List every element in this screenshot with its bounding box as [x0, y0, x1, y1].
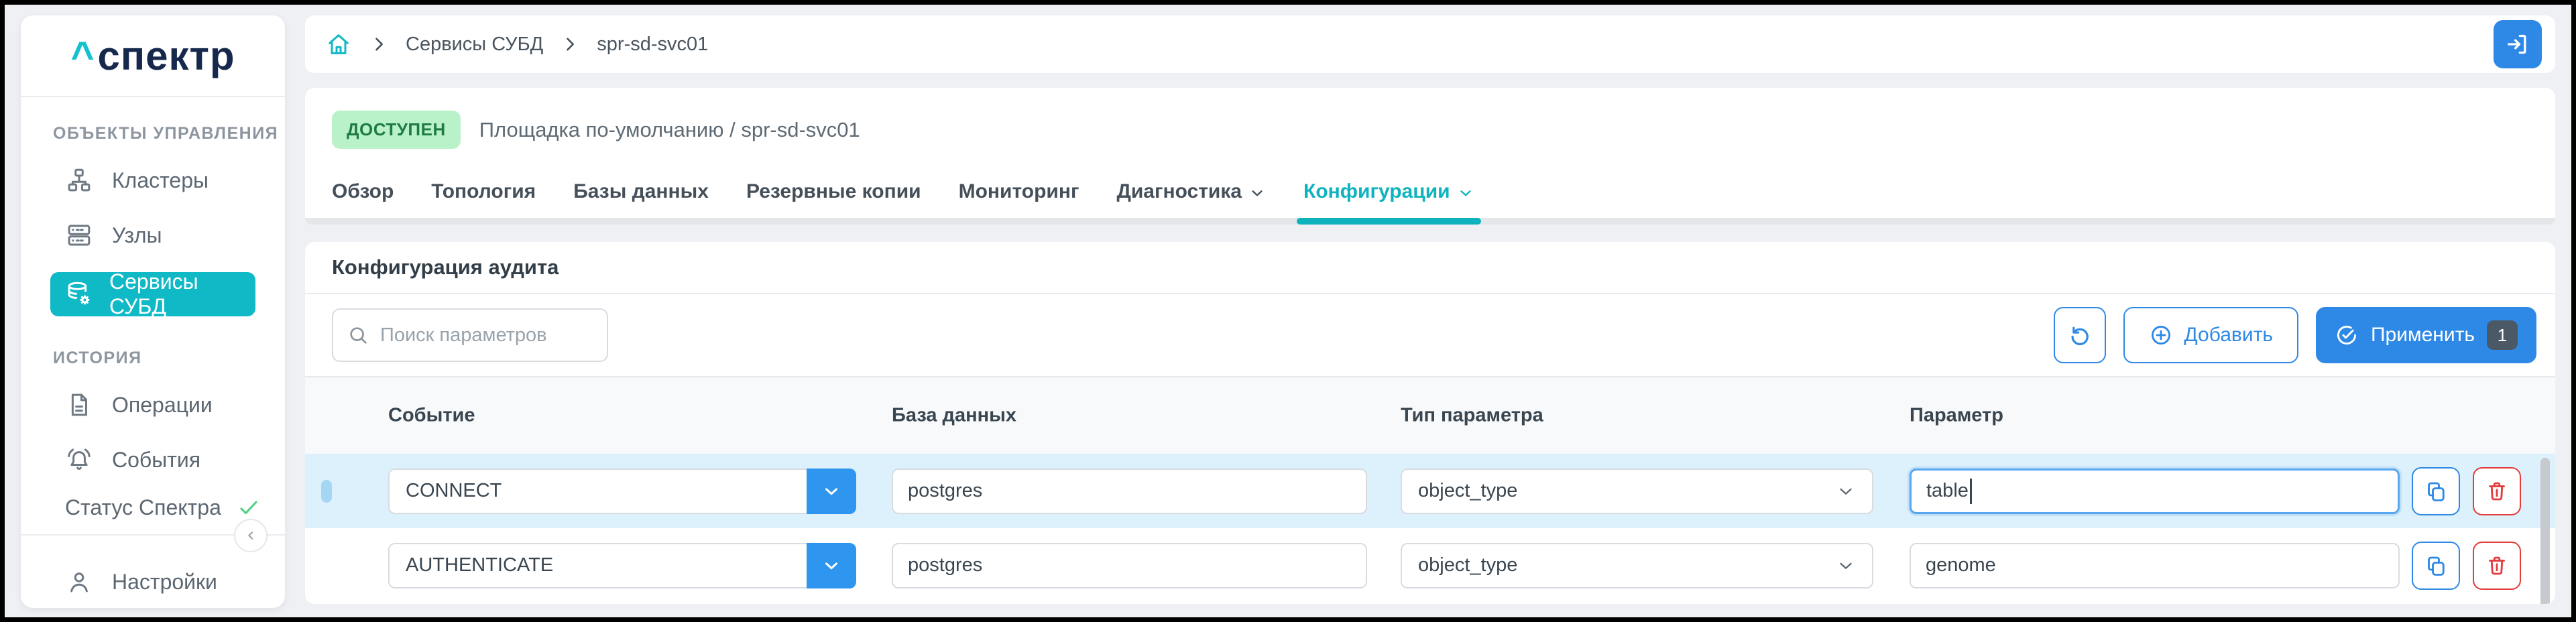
param-input[interactable]: [1910, 543, 2400, 588]
breadcrumb: Сервисы СУБД spr-sd-svc01: [305, 15, 2555, 73]
delete-row-button[interactable]: [2473, 467, 2521, 515]
app-logo[interactable]: ^спектр: [21, 15, 285, 97]
toolbar: Добавить Применить 1: [305, 294, 2555, 376]
apply-count-badge: 1: [2487, 320, 2518, 350]
table-row: CONNECT object_type table: [305, 454, 2555, 528]
param-input[interactable]: table: [1910, 469, 2400, 514]
copy-icon: [2424, 479, 2448, 503]
vertical-scrollbar[interactable]: [2540, 458, 2550, 604]
chevron-down-icon: [1248, 184, 1266, 202]
column-header-database: База данных: [892, 405, 1016, 427]
param-type-select[interactable]: object_type: [1401, 469, 1873, 514]
chevron-right-icon: [369, 35, 388, 54]
sidebar-item-label: Кластеры: [112, 168, 209, 193]
sidebar-item-settings[interactable]: Настройки: [21, 554, 285, 609]
sidebar-item-nodes[interactable]: Узлы: [21, 208, 285, 263]
add-button[interactable]: Добавить: [2123, 307, 2298, 363]
login-icon: [2504, 31, 2531, 58]
chevron-down-icon: [821, 481, 841, 501]
trash-icon: [2485, 479, 2509, 503]
sidebar-item-clusters[interactable]: Кластеры: [21, 153, 285, 208]
event-select-toggle[interactable]: [807, 469, 856, 514]
tab-monitoring[interactable]: Мониторинг: [959, 180, 1079, 225]
home-icon[interactable]: [325, 31, 352, 58]
event-select-toggle[interactable]: [807, 543, 856, 588]
check-circle-icon: [2335, 323, 2359, 347]
check-icon: [236, 495, 261, 520]
breadcrumb-item-service[interactable]: spr-sd-svc01: [597, 34, 708, 56]
event-select-value[interactable]: AUTHENTICATE: [388, 543, 807, 588]
sidebar-item-operations[interactable]: Операции: [21, 377, 285, 432]
card-heading: Конфигурация аудита: [305, 242, 2555, 294]
database-input[interactable]: [892, 469, 1367, 514]
sidebar-item-dbms-services[interactable]: Сервисы СУБД: [50, 272, 255, 316]
tabs: Обзор Топология Базы данных Резервные ко…: [332, 180, 1474, 225]
sidebar-item-label: Сервисы СУБД: [109, 269, 255, 319]
logo-text: спектр: [98, 33, 235, 79]
dbms-services-icon: [65, 280, 93, 308]
page-title: Площадка по-умолчанию / spr-sd-svc01: [479, 118, 860, 142]
event-select: CONNECT: [388, 469, 856, 514]
column-header-param: Параметр: [1910, 405, 2003, 427]
chevron-down-icon: [1457, 184, 1474, 202]
delete-row-button[interactable]: [2473, 542, 2521, 590]
sidebar-item-label: Операции: [112, 393, 213, 418]
clusters-icon: [65, 166, 93, 194]
operations-icon: [65, 391, 93, 419]
sidebar-section-history: ИСТОРИЯ: [53, 349, 285, 368]
table-header: Событие База данных Тип параметра Параме…: [305, 376, 2555, 454]
sidebar-divider: [21, 534, 285, 536]
tab-topology[interactable]: Топология: [431, 180, 536, 225]
param-type-select[interactable]: object_type: [1401, 543, 1873, 588]
breadcrumb-item-dbms-services[interactable]: Сервисы СУБД: [406, 34, 543, 56]
apply-button[interactable]: Применить 1: [2316, 307, 2536, 363]
status-badge: ДОСТУПЕН: [332, 111, 461, 149]
sidebar: ^спектр ОБЪЕКТЫ УПРАВЛЕНИЯ Кластеры Узлы: [21, 15, 285, 608]
event-select: AUTHENTICATE: [388, 543, 856, 588]
refresh-icon: [2067, 322, 2093, 348]
logo-caret-icon: ^: [70, 33, 95, 79]
service-header: ДОСТУПЕН Площадка по-умолчанию / spr-sd-…: [305, 88, 2555, 225]
chevron-right-icon: [561, 35, 579, 54]
text-caret: [1970, 479, 1972, 504]
search-icon: [347, 324, 369, 347]
duplicate-row-button[interactable]: [2412, 467, 2460, 515]
table-row: AUTHENTICATE object_type: [305, 528, 2555, 603]
chevron-down-icon: [821, 556, 841, 576]
refresh-button[interactable]: [2054, 307, 2106, 363]
plus-circle-icon: [2149, 323, 2173, 347]
tab-diagnostics[interactable]: Диагностика: [1116, 180, 1266, 225]
app-window: ^спектр ОБЪЕКТЫ УПРАВЛЕНИЯ Кластеры Узлы: [0, 0, 2576, 622]
copy-icon: [2424, 554, 2448, 578]
sidebar-item-label: Узлы: [112, 223, 162, 248]
nodes-icon: [65, 221, 93, 249]
chevron-down-icon: [1836, 481, 1856, 501]
duplicate-row-button[interactable]: [2412, 542, 2460, 590]
sidebar-collapse-button[interactable]: [234, 519, 268, 552]
chevron-left-icon: [242, 527, 259, 544]
sidebar-section-objects: ОБЪЕКТЫ УПРАВЛЕНИЯ: [53, 124, 285, 143]
column-header-param-type: Тип параметра: [1401, 405, 1543, 427]
audit-config-card: Конфигурация аудита: [305, 242, 2555, 604]
sidebar-item-label: События: [112, 448, 200, 473]
modified-row-dot: [321, 480, 332, 503]
sidebar-item-events[interactable]: События: [21, 432, 285, 487]
database-input[interactable]: [892, 543, 1367, 588]
chevron-down-icon: [1836, 556, 1856, 576]
sidebar-item-label: Настройки: [112, 570, 217, 595]
tab-configurations[interactable]: Конфигурации: [1303, 180, 1474, 225]
trash-icon: [2485, 554, 2509, 578]
search-box: [332, 308, 608, 362]
logout-button[interactable]: [2494, 20, 2542, 68]
tab-databases[interactable]: Базы данных: [573, 180, 709, 225]
search-input[interactable]: [380, 324, 593, 347]
tab-backups[interactable]: Резервные копии: [746, 180, 921, 225]
event-select-value[interactable]: CONNECT: [388, 469, 807, 514]
events-icon: [65, 446, 93, 474]
column-header-event: Событие: [388, 405, 475, 427]
tab-overview[interactable]: Обзор: [332, 180, 394, 225]
user-icon: [65, 568, 93, 596]
spektr-status-label: Статус Спектра: [65, 495, 221, 520]
